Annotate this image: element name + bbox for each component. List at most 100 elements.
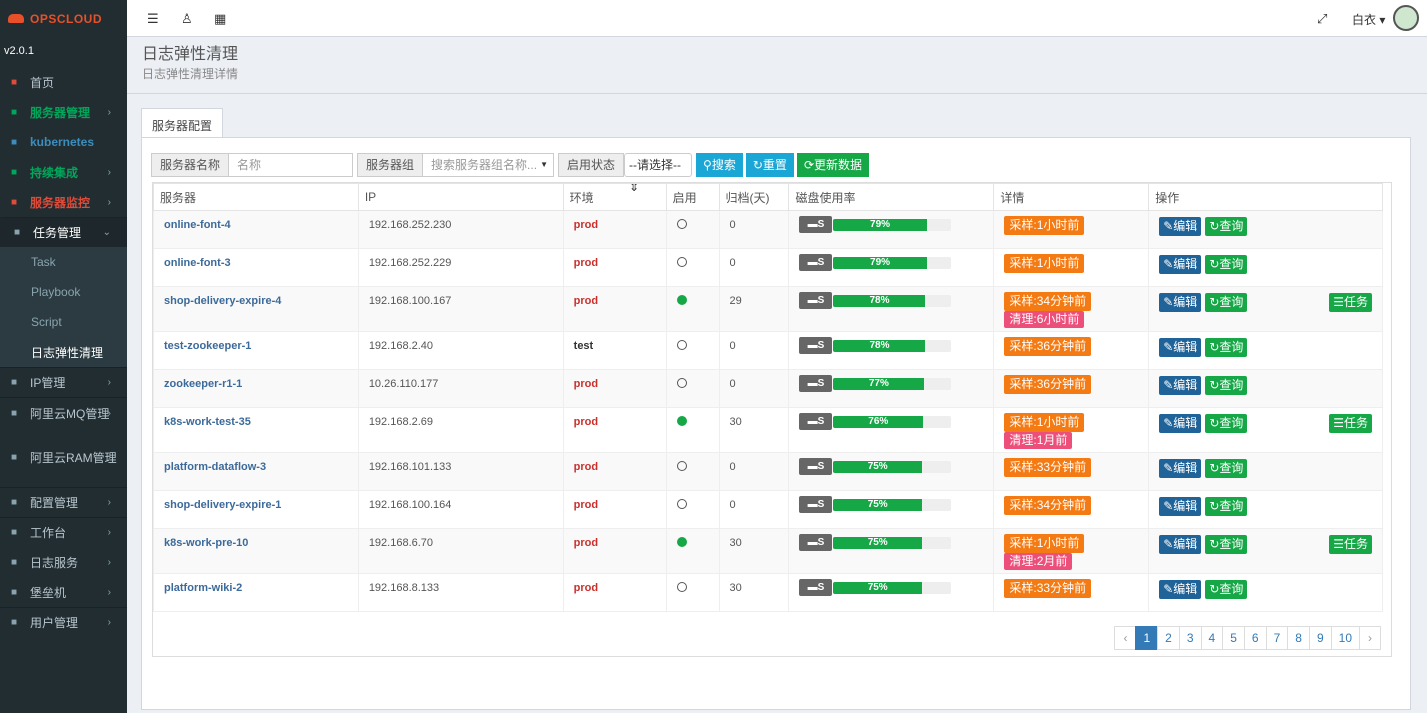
- server-name[interactable]: shop-delivery-expire-4: [164, 295, 281, 307]
- edit-button[interactable]: ✎编辑: [1159, 338, 1202, 357]
- sidebar-item-3[interactable]: ■ 持续集成 ›: [0, 157, 127, 187]
- sidebar-item-9[interactable]: 日志弹性清理: [0, 337, 127, 367]
- query-button[interactable]: ↻查询: [1205, 414, 1248, 433]
- page-next-button[interactable]: ›: [1359, 626, 1381, 650]
- disk-tag: S: [817, 537, 825, 548]
- avatar[interactable]: [1393, 5, 1419, 31]
- page-header: 日志弹性清理 日志弹性清理详情: [127, 37, 1427, 94]
- query-button[interactable]: ↻查询: [1205, 497, 1248, 516]
- page-button[interactable]: 7: [1265, 626, 1289, 650]
- user-icon[interactable]: ♙: [181, 11, 193, 27]
- query-button[interactable]: ↻查询: [1205, 293, 1248, 312]
- query-button[interactable]: ↻查询: [1205, 217, 1248, 236]
- server-name[interactable]: zookeeper-r1-1: [164, 378, 242, 390]
- page-button[interactable]: 9: [1308, 626, 1332, 650]
- page-button[interactable]: 2: [1157, 626, 1180, 650]
- page-button[interactable]: 3: [1178, 626, 1202, 650]
- sidebar-item-14[interactable]: ■ 工作台 ›: [0, 517, 127, 547]
- sidebar-item-7[interactable]: Playbook: [0, 277, 127, 307]
- sidebar-item-2[interactable]: ■ kubernetes: [0, 127, 127, 157]
- query-button[interactable]: ↻查询: [1205, 580, 1248, 599]
- chevron-down-icon: ▼: [540, 160, 549, 169]
- sidebar-item-6[interactable]: Task: [0, 247, 127, 277]
- disk-icon[interactable]: ▬ S: [799, 413, 833, 430]
- server-group-select[interactable]: 搜索服务器组名称... ▼: [423, 153, 555, 177]
- update-data-button[interactable]: ⟳更新数据: [796, 153, 870, 177]
- sidebar-item-0[interactable]: ■ 首页: [0, 67, 127, 97]
- edit-button[interactable]: ✎编辑: [1159, 217, 1202, 236]
- fullscreen-icon[interactable]: ⤢: [1317, 11, 1327, 27]
- sidebar-item-1[interactable]: ■ 服务器管理 ›: [0, 97, 127, 127]
- edit-button[interactable]: ✎编辑: [1159, 414, 1202, 433]
- sidebar-item-15[interactable]: ■ 日志服务 ›: [0, 547, 127, 577]
- server-name[interactable]: k8s-work-test-35: [164, 416, 251, 428]
- sidebar-item-16[interactable]: ■ 堡垒机 ›: [0, 577, 127, 607]
- disk-icon[interactable]: ▬ S: [799, 254, 833, 271]
- edit-button[interactable]: ✎编辑: [1159, 580, 1202, 599]
- query-button[interactable]: ↻查询: [1205, 255, 1248, 274]
- apps-grid-icon[interactable]: ▦: [214, 11, 226, 27]
- sidebar-item-17[interactable]: ■ 用户管理 ›: [0, 607, 127, 637]
- sidebar-item-8[interactable]: Script: [0, 307, 127, 337]
- env-cell: prod: [562, 452, 667, 491]
- disk-usage-fill: 79%: [833, 218, 927, 231]
- workbench-icon: ■: [10, 527, 18, 538]
- user-menu[interactable]: 白衣 ▾: [1352, 11, 1385, 28]
- server-name[interactable]: platform-dataflow-3: [164, 461, 266, 473]
- brand-logo[interactable]: OPSCLOUD: [0, 0, 127, 37]
- task-button[interactable]: ☰任务: [1329, 535, 1372, 554]
- task-button[interactable]: ☰任务: [1329, 414, 1372, 433]
- query-button[interactable]: ↻查询: [1205, 535, 1248, 554]
- page-button[interactable]: 6: [1243, 626, 1267, 650]
- disk-cell: ▬ S 75%: [788, 573, 995, 612]
- log-icon: ■: [10, 556, 18, 568]
- page-button[interactable]: 4: [1200, 626, 1224, 650]
- disk-icon[interactable]: ▬ S: [799, 534, 833, 551]
- query-button[interactable]: ↻查询: [1205, 376, 1248, 395]
- disk-cell: ▬ S 78%: [788, 286, 995, 332]
- disk-icon[interactable]: ▬ S: [799, 292, 833, 309]
- disk-icon[interactable]: ▬ S: [799, 375, 833, 392]
- query-button[interactable]: ↻查询: [1205, 459, 1248, 478]
- edit-button[interactable]: ✎编辑: [1159, 255, 1202, 274]
- page-prev-button[interactable]: ‹: [1114, 626, 1137, 650]
- sidebar-item-10[interactable]: ■ IP管理 ›: [0, 367, 127, 397]
- disk-icon[interactable]: ▬ S: [799, 216, 833, 233]
- task-button[interactable]: ☰任务: [1329, 293, 1372, 312]
- server-name[interactable]: shop-delivery-expire-1: [164, 499, 281, 511]
- server-name[interactable]: online-font-4: [164, 219, 231, 231]
- disk-icon[interactable]: ▬ S: [799, 579, 833, 596]
- server-name[interactable]: k8s-work-pre-10: [164, 537, 248, 549]
- disk-icon[interactable]: ▬ S: [799, 496, 833, 513]
- column-header: 磁盘使用率: [788, 183, 995, 211]
- server-name[interactable]: test-zookeeper-1: [164, 340, 251, 352]
- sidebar-item-5[interactable]: ■ 任务管理 ⌄: [0, 217, 127, 247]
- list-icon: ☰: [1333, 416, 1344, 430]
- query-button[interactable]: ↻查询: [1205, 338, 1248, 357]
- status-select[interactable]: --请选择-- ⇕: [624, 153, 693, 194]
- search-button[interactable]: ⚲搜索: [696, 153, 743, 177]
- server-name[interactable]: platform-wiki-2: [164, 582, 242, 594]
- sidebar-item-label: IP管理: [30, 376, 66, 390]
- disk-icon[interactable]: ▬ S: [799, 458, 833, 475]
- server-name[interactable]: online-font-3: [164, 257, 231, 269]
- page-button[interactable]: 5: [1222, 626, 1245, 650]
- edit-button[interactable]: ✎编辑: [1159, 497, 1202, 516]
- disk-icon[interactable]: ▬ S: [799, 337, 833, 354]
- tab-server-config[interactable]: 服务器配置: [141, 108, 224, 138]
- sidebar-item-4[interactable]: ■ 服务器监控 ›: [0, 187, 127, 217]
- edit-button[interactable]: ✎编辑: [1159, 376, 1202, 395]
- sidebar-item-12[interactable]: ■ 阿里云RAM管理 ›: [0, 442, 127, 487]
- sidebar-item-13[interactable]: ■ 配置管理 ›: [0, 487, 127, 517]
- menu-toggle-icon[interactable]: ☰: [147, 11, 159, 27]
- edit-button[interactable]: ✎编辑: [1159, 535, 1202, 554]
- edit-button[interactable]: ✎编辑: [1159, 293, 1202, 312]
- ip-icon: ■: [10, 377, 18, 388]
- sidebar-item-11[interactable]: ■ 阿里云MQ管理 ›: [0, 397, 127, 442]
- server-name-input[interactable]: 名称: [229, 153, 354, 177]
- edit-button[interactable]: ✎编辑: [1159, 459, 1202, 478]
- page-button[interactable]: 1: [1135, 626, 1159, 650]
- page-button[interactable]: 10: [1330, 626, 1360, 650]
- page-button[interactable]: 8: [1287, 626, 1310, 650]
- reset-button[interactable]: ↻重置: [745, 153, 794, 177]
